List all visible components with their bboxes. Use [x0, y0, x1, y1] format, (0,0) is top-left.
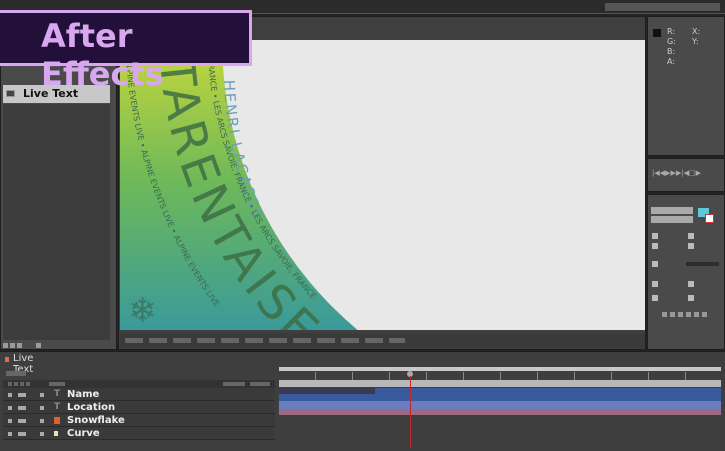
info-coords: X: Y: [692, 27, 700, 47]
text-icon: T [54, 402, 61, 412]
viewer-footer [120, 333, 645, 348]
color-swatch [653, 29, 661, 37]
visibility-toggle[interactable] [8, 432, 12, 436]
tsume-field[interactable] [688, 295, 694, 301]
composition-icon [6, 90, 15, 97]
info-y: Y: [692, 37, 699, 46]
layer-row[interactable]: T Name [3, 388, 275, 401]
text-style-buttons[interactable] [662, 312, 710, 317]
info-panel [647, 16, 725, 156]
timeline-tab[interactable]: Live Text [2, 352, 48, 375]
layer-row[interactable]: T Location [3, 401, 275, 414]
shape-icon [54, 417, 60, 424]
layer-column-headers [3, 380, 275, 388]
stroke-color-swatch[interactable] [705, 214, 714, 223]
project-list [3, 104, 110, 340]
snowflake-icon: ❄ [128, 291, 157, 330]
layer-name: Location [67, 402, 116, 413]
stroke-width-field[interactable] [652, 261, 658, 267]
time-navigator[interactable] [279, 367, 721, 371]
layer-name: Snowflake [67, 415, 125, 426]
lock-toggle[interactable] [40, 393, 44, 397]
lock-toggle[interactable] [40, 406, 44, 410]
info-values: R: G: B: A: [667, 27, 676, 67]
tracking-field[interactable] [688, 243, 694, 249]
baseline-shift-field[interactable] [652, 295, 658, 301]
composition-color-label [5, 357, 9, 362]
visibility-toggle[interactable] [8, 393, 12, 397]
preview-controls[interactable]: |◀◀▶▶▶|◀□▶ [652, 169, 701, 177]
workspace-selector[interactable] [605, 3, 720, 11]
leading-field[interactable] [688, 233, 694, 239]
viewer-controls[interactable] [125, 338, 405, 343]
timecode-field[interactable] [6, 371, 26, 376]
solid-icon [54, 431, 58, 436]
vertical-scale-field[interactable] [652, 281, 658, 287]
project-footer-button[interactable] [10, 343, 15, 348]
project-footer-button[interactable] [17, 343, 22, 348]
layer-switches[interactable] [18, 406, 26, 410]
project-footer-button[interactable] [3, 343, 8, 348]
title-banner: After Effects [0, 10, 252, 93]
layer-bar-name-dim [279, 388, 375, 394]
text-icon: T [54, 389, 61, 399]
info-a: A: [667, 57, 676, 66]
layer-bar-location[interactable] [279, 401, 721, 409]
layer-row[interactable]: Curve [3, 427, 275, 440]
info-r: R: [667, 27, 676, 36]
layer-switches[interactable] [18, 393, 26, 397]
lock-toggle[interactable] [40, 419, 44, 423]
layer-switches[interactable] [18, 419, 26, 423]
project-footer-button[interactable] [36, 343, 41, 348]
font-dropdown[interactable] [651, 207, 693, 214]
layer-row[interactable]: Snowflake [3, 414, 275, 427]
visibility-toggle[interactable] [8, 419, 12, 423]
title-banner-text: After Effects [41, 17, 164, 93]
info-b: B: [667, 47, 676, 56]
playhead[interactable] [410, 376, 411, 448]
work-area-bar[interactable] [279, 380, 721, 387]
visibility-toggle[interactable] [8, 406, 12, 410]
layer-switches[interactable] [18, 432, 26, 436]
time-ruler[interactable] [279, 372, 721, 380]
horizontal-scale-field[interactable] [688, 281, 694, 287]
info-x: X: [692, 27, 701, 36]
layer-bar-snowflake[interactable] [279, 409, 721, 415]
info-g: G: [667, 37, 676, 46]
kerning-field[interactable] [652, 243, 658, 249]
stroke-type-dropdown[interactable] [686, 262, 719, 266]
lock-toggle[interactable] [40, 432, 44, 436]
layer-name: Name [67, 389, 100, 400]
font-size-field[interactable] [652, 233, 658, 239]
layer-name: Curve [67, 428, 100, 439]
style-dropdown[interactable] [651, 216, 693, 223]
